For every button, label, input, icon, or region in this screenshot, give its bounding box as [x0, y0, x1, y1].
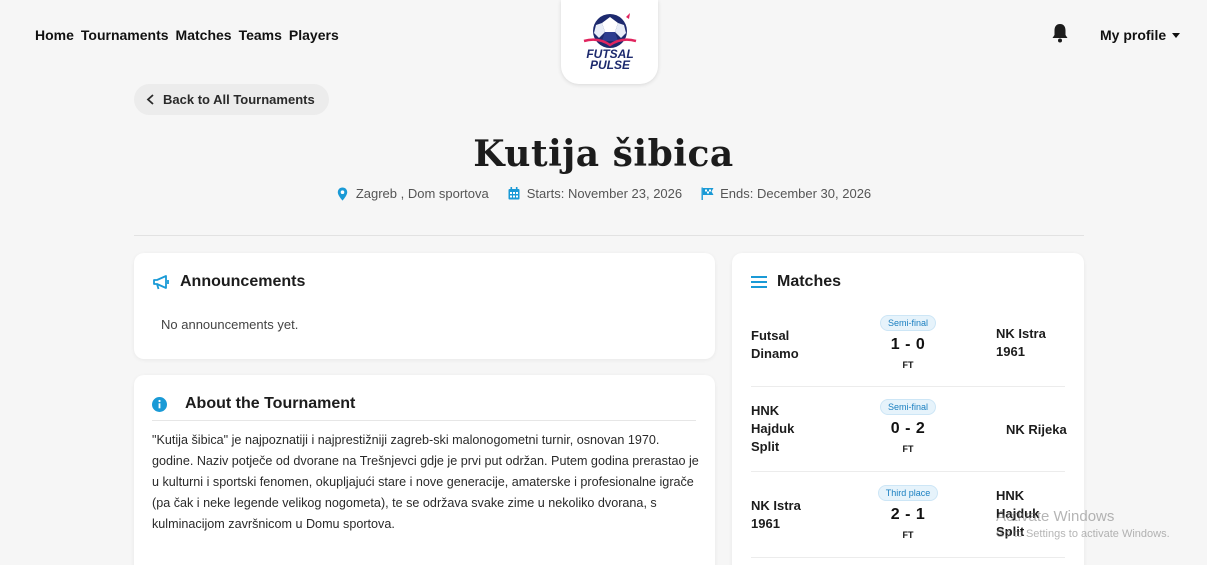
- notifications-button[interactable]: [1051, 23, 1069, 43]
- top-navbar: Home Tournaments Matches Teams Players F…: [0, 0, 1207, 84]
- match-score-block: Semi-final 0 - 2 FT: [862, 397, 954, 454]
- match-away-team: NK Rijeka: [1006, 422, 1067, 437]
- windows-activation-watermark: Activate Windows Go to Settings to activ…: [996, 508, 1170, 540]
- main-nav: Home Tournaments Matches Teams Players: [35, 27, 339, 43]
- match-status: FT: [902, 360, 914, 370]
- about-heading: About the Tournament: [152, 395, 355, 413]
- page-title: Kutija šibica: [473, 133, 734, 175]
- match-divider: [751, 557, 1065, 558]
- site-logo[interactable]: FUTSAL PULSE: [561, 0, 658, 84]
- announcements-heading: Announcements: [153, 273, 305, 291]
- match-home-team: HNK Hajduk Split: [751, 403, 795, 454]
- tournament-meta: Zagreb , Dom sportova Starts: November 2…: [0, 186, 1207, 201]
- tournament-end-date: Ends: December 30, 2026: [720, 186, 872, 201]
- announcements-empty: No announcements yet.: [161, 317, 299, 332]
- announcements-card: [134, 253, 715, 359]
- nav-tournaments[interactable]: Tournaments: [81, 27, 169, 43]
- nav-players[interactable]: Players: [289, 27, 339, 43]
- calendar-icon: [507, 187, 521, 201]
- match-score: 2 - 1: [890, 506, 926, 523]
- match-stage-badge: Third place: [877, 485, 939, 501]
- nav-matches[interactable]: Matches: [176, 27, 232, 43]
- matches-heading: Matches: [751, 273, 841, 291]
- tournament-start-date: Starts: November 23, 2026: [526, 186, 683, 201]
- match-status: FT: [902, 530, 914, 540]
- about-description: "Kutija šibica" je najpoznatiji i najpre…: [152, 433, 699, 531]
- list-icon: [751, 276, 767, 288]
- watermark-title: Activate Windows: [996, 508, 1115, 525]
- back-to-tournaments-button[interactable]: Back to All Tournaments: [134, 84, 329, 115]
- profile-label: My profile: [1100, 27, 1167, 43]
- futsal-pulse-logo-icon: FUTSAL PULSE: [583, 13, 636, 72]
- match-score-block: Third place 2 - 1 FT: [862, 483, 954, 540]
- header-divider: [134, 235, 1084, 236]
- match-divider: [751, 386, 1065, 387]
- match-score-block: Semi-final 1 - 0 FT: [862, 313, 954, 370]
- profile-menu[interactable]: My profile: [1100, 27, 1181, 43]
- match-score: 1 - 0: [890, 336, 926, 353]
- nav-home[interactable]: Home: [35, 27, 74, 43]
- match-away-team: NK Istra 1961: [996, 326, 1046, 359]
- bell-icon: [1052, 24, 1068, 43]
- match-stage-badge: Semi-final: [879, 399, 936, 415]
- nav-teams[interactable]: Teams: [239, 27, 282, 43]
- back-label: Back to All Tournaments: [163, 92, 315, 107]
- caret-down-icon: [1172, 32, 1181, 38]
- match-home-team: NK Istra 1961: [751, 498, 801, 531]
- match-divider: [751, 471, 1065, 472]
- checkered-flag-icon: [700, 187, 714, 201]
- watermark-subtitle: Go to Settings to activate Windows.: [996, 528, 1170, 540]
- match-row[interactable]: HNK Hajduk Split Semi-final 0 - 2 FT NK …: [732, 397, 1084, 469]
- match-row[interactable]: Futsal Dinamo Semi-final 1 - 0 FT NK Ist…: [732, 313, 1084, 385]
- about-divider: [152, 420, 696, 421]
- tournament-location: Zagreb , Dom sportova: [355, 186, 489, 201]
- match-home-team: Futsal Dinamo: [751, 328, 799, 361]
- match-stage-badge: Semi-final: [879, 315, 936, 331]
- svg-text:PULSE: PULSE: [589, 58, 630, 72]
- match-score: 0 - 2: [890, 420, 926, 437]
- map-pin-icon: [336, 187, 350, 201]
- chevron-left-icon: [146, 94, 154, 105]
- match-status: FT: [902, 444, 914, 454]
- megaphone-icon: [153, 274, 169, 289]
- info-icon: [152, 396, 167, 412]
